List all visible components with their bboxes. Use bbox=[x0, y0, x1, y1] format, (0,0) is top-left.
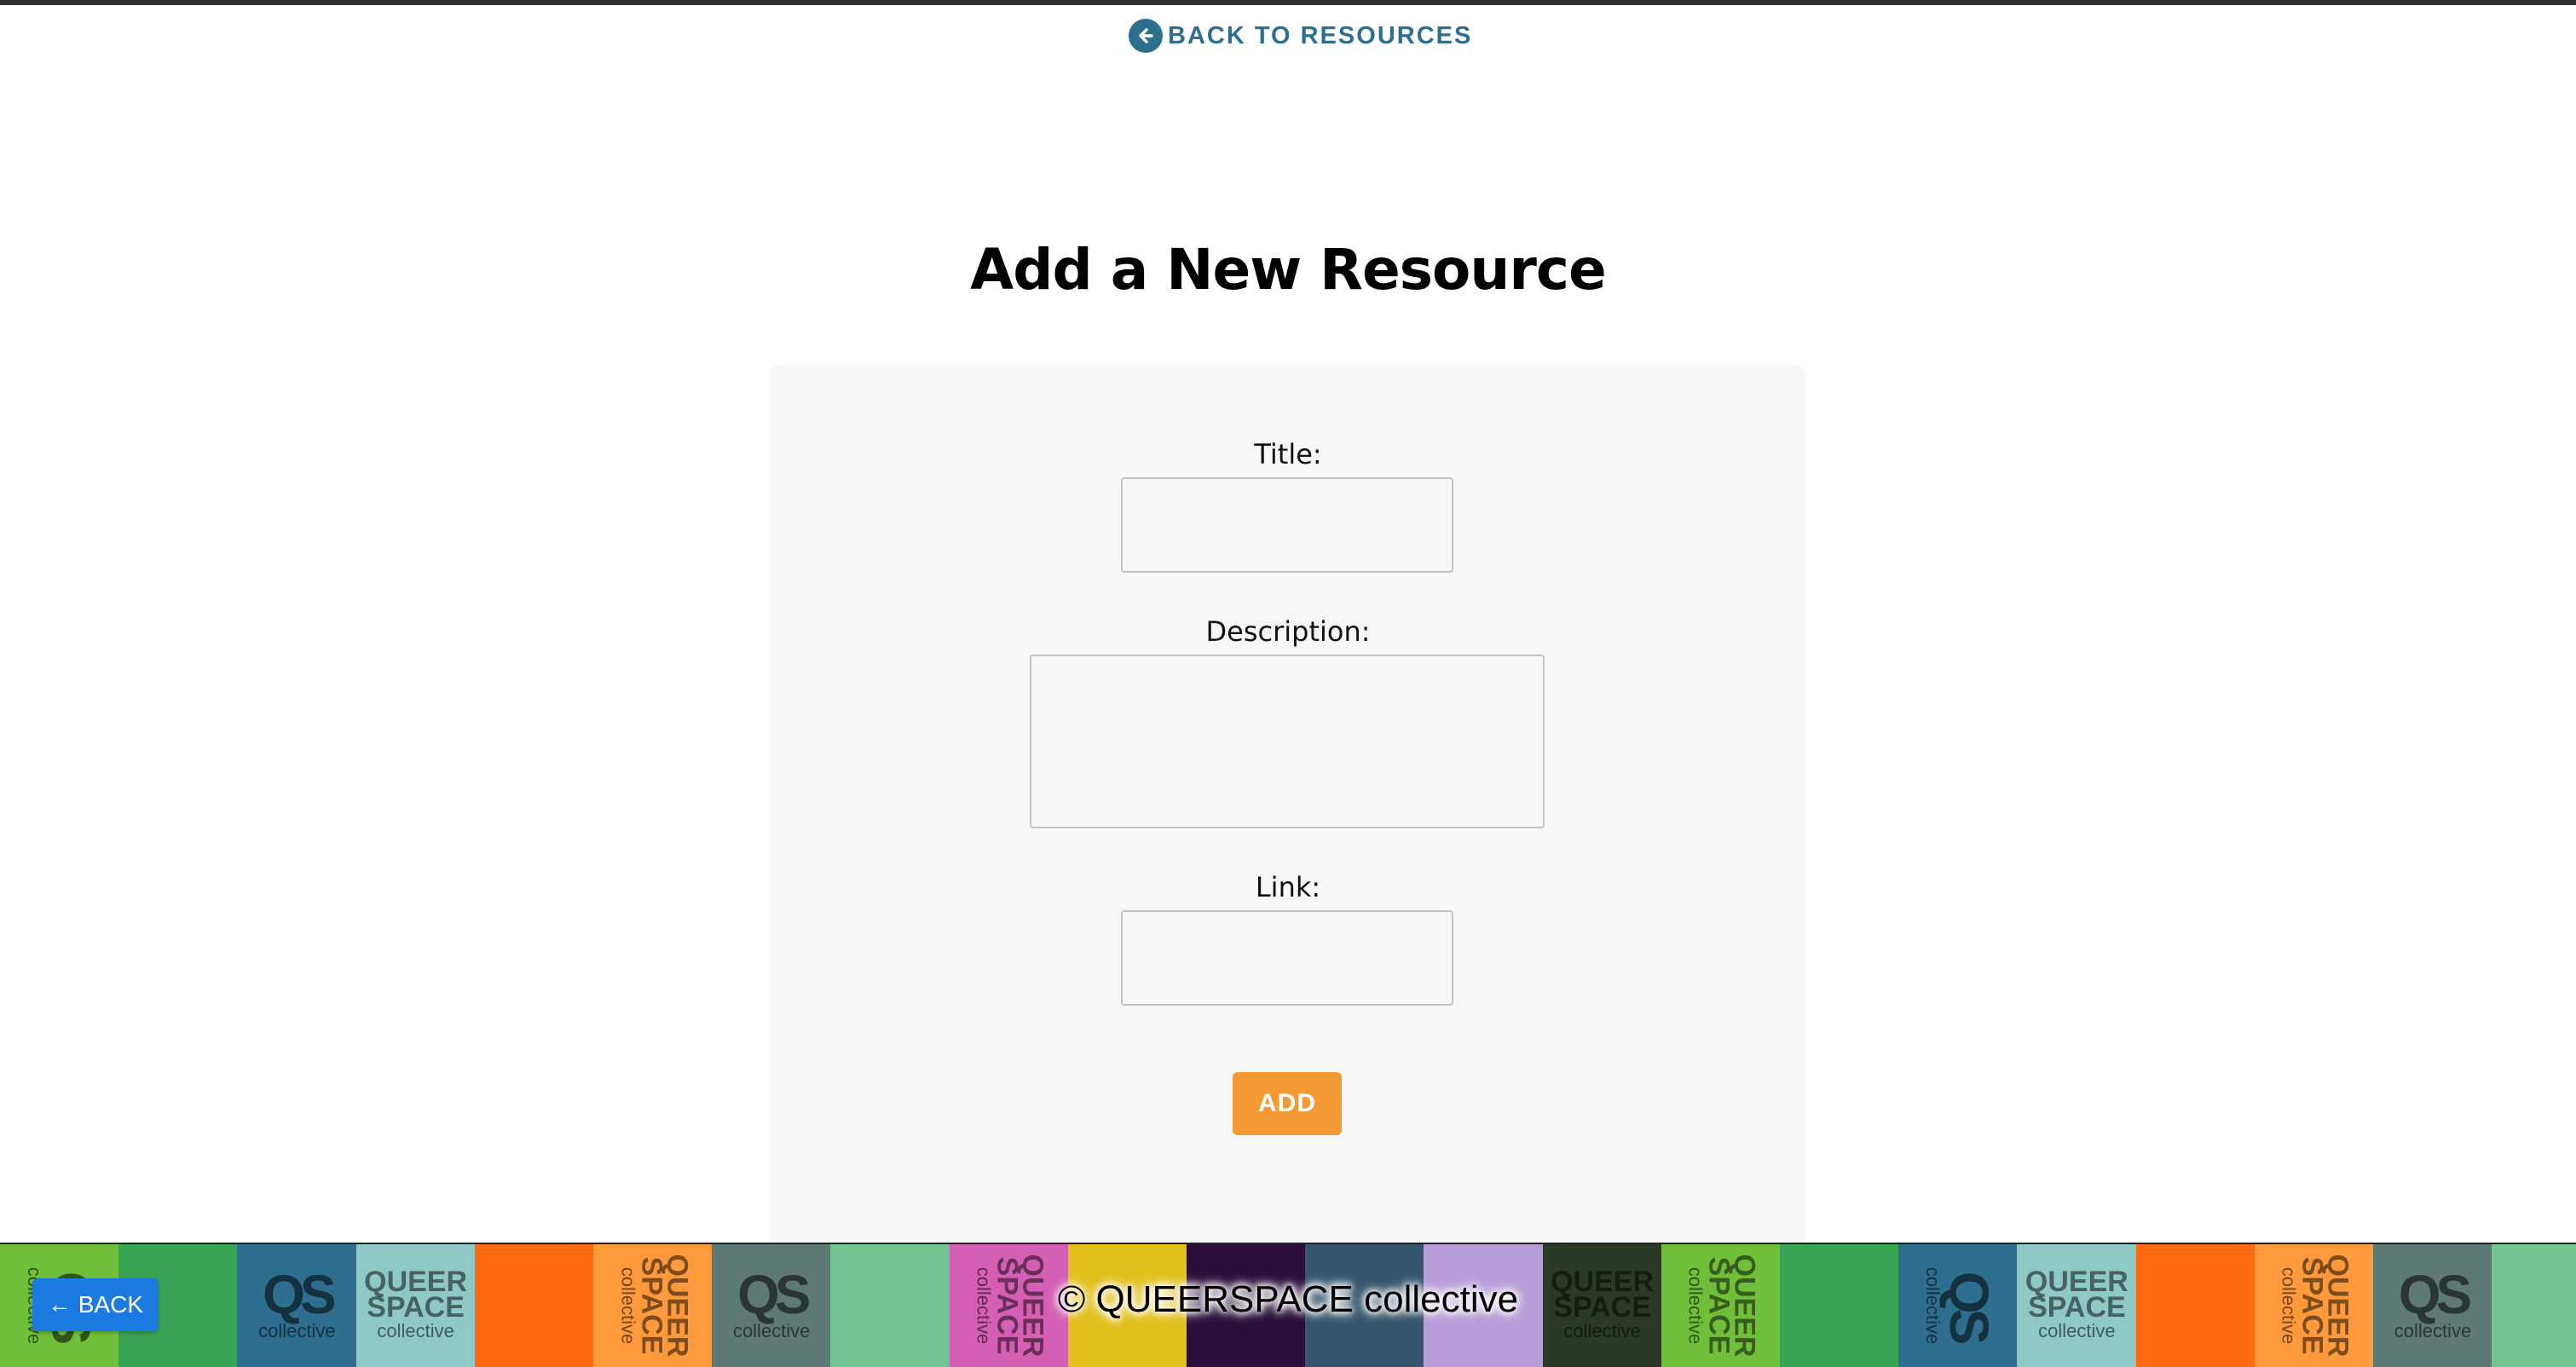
back-to-resources-link[interactable]: BACK TO RESOURCES bbox=[1129, 19, 1472, 53]
footer-tile: QScollective bbox=[1898, 1244, 2019, 1367]
back-to-resources-label: BACK TO RESOURCES bbox=[1168, 21, 1473, 49]
footer-tile bbox=[2135, 1244, 2255, 1367]
link-label: Link: bbox=[1255, 871, 1321, 903]
footer-tile: QUEER SPACE collective bbox=[593, 1244, 713, 1367]
footer-tile: QScollective bbox=[237, 1244, 357, 1367]
footer-tile bbox=[1305, 1244, 1425, 1367]
footer-tile: QUEER SPACE collective bbox=[949, 1244, 1069, 1367]
footer-tile bbox=[1424, 1244, 1544, 1367]
footer-tile bbox=[1187, 1244, 1306, 1367]
footer-tile: QUEER SPACE collective bbox=[355, 1244, 476, 1367]
add-button[interactable]: ADD bbox=[1233, 1072, 1342, 1135]
footer-tile: QScollective bbox=[712, 1244, 832, 1367]
footer-tile: QUEER SPACE collective bbox=[2017, 1244, 2137, 1367]
title-label: Title: bbox=[1254, 438, 1322, 470]
arrow-left-circle-icon bbox=[1129, 19, 1163, 53]
back-button[interactable]: ← BACK bbox=[32, 1278, 159, 1331]
footer-tile bbox=[1780, 1244, 1899, 1367]
footer-tile bbox=[1067, 1244, 1187, 1367]
footer-tile: QUEER SPACE collective bbox=[1542, 1244, 1662, 1367]
footer-tile bbox=[830, 1244, 950, 1367]
link-input[interactable] bbox=[1121, 910, 1453, 1006]
footer-banner: QScollectiveQScollectiveQUEERSPACEcollec… bbox=[0, 1243, 2576, 1367]
footer-tile: QUEER SPACE collective bbox=[1661, 1244, 1781, 1367]
footer-tile bbox=[474, 1244, 594, 1367]
footer-tile: QScollective bbox=[2373, 1244, 2492, 1367]
title-input[interactable] bbox=[1121, 477, 1453, 573]
page-title: Add a New Resource bbox=[970, 237, 1607, 303]
top-bar bbox=[0, 0, 2576, 5]
description-textarea[interactable] bbox=[1030, 655, 1545, 828]
footer-tile bbox=[2492, 1244, 2576, 1367]
footer-tile: QUEER SPACE collective bbox=[2254, 1244, 2374, 1367]
description-label: Description: bbox=[1205, 615, 1371, 648]
